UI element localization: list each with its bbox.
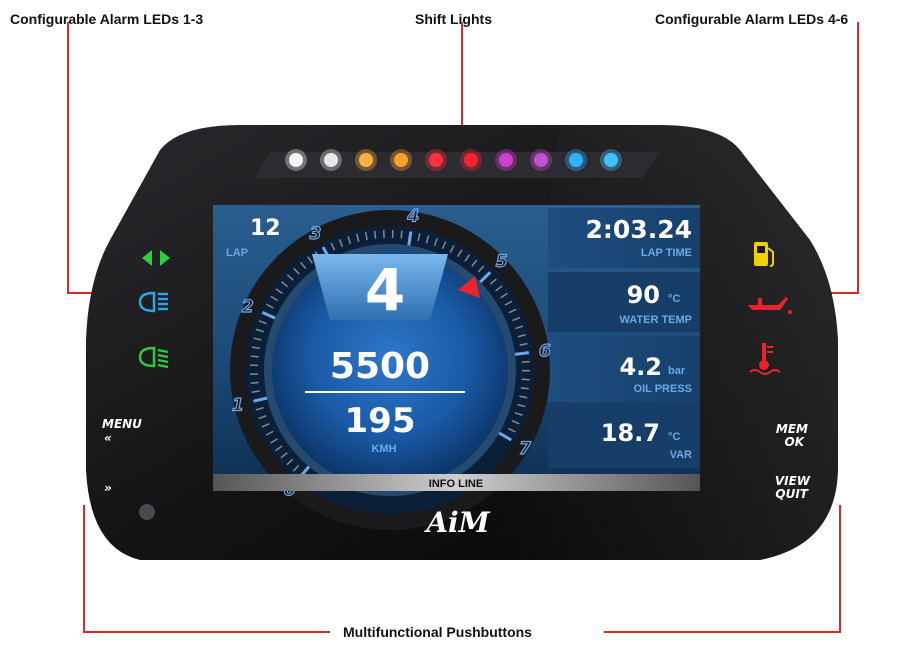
dashboard-diagram: 01234567 4 5500 195 KMH 12 LAP 2:03.24 L… (67, 22, 859, 633)
info-line-text: INFO LINE (429, 478, 483, 490)
gauge-tick-label: 4 (406, 207, 419, 227)
lap-value: 12 (250, 216, 281, 241)
var-value: 18.7 (601, 419, 660, 447)
gear-value: 4 (365, 256, 405, 324)
gauge-tick-label: 6 (539, 342, 551, 362)
light-sensor (139, 504, 155, 520)
gauge-minor-tick (250, 381, 259, 384)
shift-light-led (359, 153, 373, 167)
shift-light-led (289, 153, 303, 167)
shift-light-led (324, 153, 338, 167)
water-temp-value: 90 (627, 281, 660, 309)
gauge-minor-tick (400, 230, 403, 239)
gauge-tick-label: 2 (242, 297, 254, 317)
lap-time-label: LAP TIME (641, 247, 692, 259)
gauge-minor-tick (520, 386, 529, 390)
lap-time-value: 2:03.24 (586, 215, 692, 244)
shift-light-led (429, 153, 443, 167)
shift-light-led (569, 153, 583, 167)
shift-light-led (464, 153, 478, 167)
view-button-label[interactable]: VIEW (775, 474, 811, 488)
var-unit: °C (668, 431, 680, 443)
rpm-value: 5500 (330, 346, 430, 387)
lap-label: LAP (226, 247, 248, 259)
gauge-minor-tick (250, 355, 259, 358)
gauge-tick-label: 5 (496, 252, 508, 272)
menu-back-arrow[interactable]: « (104, 431, 112, 445)
brand-logo: AiM (423, 506, 490, 539)
gauge-minor-tick (521, 378, 530, 381)
water-temp-unit: °C (668, 293, 680, 305)
shift-light-led (534, 153, 548, 167)
oil-press-value: 4.2 (619, 353, 662, 381)
shift-light-led (394, 153, 408, 167)
menu-button-label[interactable]: MENU (102, 417, 142, 431)
gauge-tick-label: 7 (519, 439, 531, 459)
gauge-tick-label: 1 (232, 396, 244, 416)
quit-button-label[interactable]: QUIT (775, 487, 808, 501)
shift-light-led (604, 153, 618, 167)
gauge-minor-tick (373, 230, 377, 239)
gauge-major-tick (514, 351, 530, 356)
oil-press-unit: bar (668, 365, 686, 377)
oil-press-label: OIL PRESS (634, 383, 692, 395)
shift-light-led (499, 153, 513, 167)
mem-button-label[interactable]: MEM (776, 422, 808, 436)
next-arrow-button[interactable]: » (104, 481, 112, 495)
var-label: VAR (670, 449, 692, 461)
gauge-tick-label: 3 (309, 224, 321, 244)
shift-light-strip (254, 152, 660, 178)
speed-value: 195 (345, 401, 416, 441)
water-temp-label: WATER TEMP (619, 314, 692, 326)
speed-unit: KMH (371, 443, 396, 455)
gauge-major-tick (407, 231, 413, 246)
ok-button-label[interactable]: OK (785, 435, 806, 449)
